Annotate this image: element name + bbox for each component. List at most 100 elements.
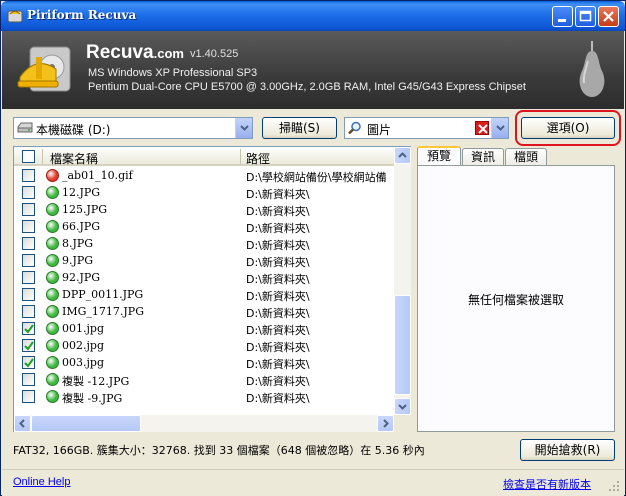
status-green-icon (46, 305, 59, 318)
file-name: 9.JPG (62, 254, 94, 267)
table-row[interactable]: 複製 -9.JPG D:\新資料夾\ (14, 388, 394, 405)
file-name: 125.JPG (62, 203, 108, 216)
file-path: D:\新資料夾\ (246, 324, 310, 337)
scroll-down-button[interactable] (394, 398, 411, 415)
options-button[interactable]: 選項(O) (521, 117, 615, 139)
tab-info[interactable]: 資訊 (462, 148, 504, 166)
row-checkbox[interactable] (22, 288, 35, 301)
resize-grip-icon[interactable] (607, 479, 621, 493)
file-list-header: 檔案名稱 路徑 (14, 147, 410, 166)
row-checkbox[interactable] (22, 220, 35, 233)
row-checkbox[interactable] (22, 322, 35, 335)
chevron-left-icon (19, 419, 25, 428)
row-checkbox[interactable] (22, 203, 35, 216)
status-green-icon (46, 271, 59, 284)
file-list[interactable]: 檔案名稱 路徑 _ab01_10.gif D:\學校網站備份\學校網站備 12.JP… (13, 146, 411, 432)
preview-panel: 無任何檔案被選取 (417, 165, 615, 432)
table-row[interactable]: 001.jpg D:\新資料夾\ (14, 320, 394, 337)
table-row[interactable]: IMG_1717.JPG D:\新資料夾\ (14, 303, 394, 320)
vertical-scroll-thumb[interactable] (394, 295, 411, 395)
file-name: 8.JPG (62, 237, 94, 250)
status-green-icon (46, 203, 59, 216)
status-green-icon (46, 288, 59, 301)
row-checkbox[interactable] (22, 271, 35, 284)
row-checkbox[interactable] (22, 390, 35, 403)
header-banner: Recuva.com v1.40.525 MS Windows XP Profe… (2, 31, 624, 109)
status-green-icon (46, 254, 59, 267)
filter-select[interactable]: 圖片 (344, 117, 509, 139)
table-row[interactable]: 8.JPG D:\新資料夾\ (14, 235, 394, 252)
horizontal-scroll-thumb[interactable] (31, 415, 141, 432)
tab-header[interactable]: 檔頭 (505, 148, 547, 166)
minimize-button[interactable] (552, 6, 573, 27)
chevron-right-icon (383, 419, 389, 428)
scroll-left-button[interactable] (14, 415, 31, 432)
row-checkbox[interactable] (22, 169, 35, 182)
piriform-pear-icon (579, 41, 605, 97)
file-name: 複製 -9.JPG (62, 392, 123, 405)
online-help-link[interactable]: Online Help (13, 476, 70, 488)
clear-filter-button[interactable] (475, 121, 489, 135)
chevron-down-icon (240, 125, 249, 131)
table-row[interactable]: 9.JPG D:\新資料夾\ (14, 252, 394, 269)
recuva-app-icon (7, 10, 23, 23)
table-row[interactable]: 66.JPG D:\新資料夾\ (14, 218, 394, 235)
checkmark-icon (24, 341, 34, 351)
no-selection-message: 無任何檔案被選取 (467, 293, 564, 307)
table-row[interactable]: _ab01_10.gif D:\學校網站備份\學校網站備 (14, 167, 394, 184)
row-checkbox[interactable] (22, 186, 35, 199)
table-row[interactable]: 92.JPG D:\新資料夾\ (14, 269, 394, 286)
status-green-icon (46, 237, 59, 250)
scroll-corner (394, 415, 411, 432)
drive-dropdown-button[interactable] (235, 118, 252, 138)
scroll-up-button[interactable] (394, 147, 411, 164)
table-row[interactable]: 12.JPG D:\新資料夾\ (14, 184, 394, 201)
file-name: 001.jpg (62, 322, 104, 335)
filter-select-value: 圖片 (367, 123, 392, 137)
row-checkbox[interactable] (22, 373, 35, 386)
row-checkbox[interactable] (22, 254, 35, 267)
file-path: D:\新資料夾\ (246, 222, 310, 235)
table-row[interactable]: 125.JPG D:\新資料夾\ (14, 201, 394, 218)
file-path: D:\新資料夾\ (246, 358, 310, 371)
check-updates-link[interactable]: 檢查是否有新版本 (503, 476, 591, 492)
row-checkbox[interactable] (22, 356, 35, 369)
hard-drive-icon (17, 122, 33, 133)
scroll-right-button[interactable] (377, 415, 394, 432)
vertical-scrollbar[interactable] (394, 147, 411, 415)
minimize-icon (558, 19, 566, 22)
title-bar[interactable]: Piriform Recuva (1, 1, 625, 31)
file-name: 66.JPG (62, 220, 101, 233)
table-row[interactable]: DPP_0011.JPG D:\新資料夾\ (14, 286, 394, 303)
column-header-name[interactable]: 檔案名稱 (50, 150, 98, 167)
file-name: DPP_0011.JPG (62, 288, 144, 301)
table-row[interactable]: 003.jpg D:\新資料夾\ (14, 354, 394, 371)
scan-button[interactable]: 掃瞄(S) (262, 117, 337, 139)
recover-button[interactable]: 開始搶救(R) (520, 439, 615, 461)
status-green-icon (46, 339, 59, 352)
status-green-icon (46, 373, 59, 386)
filter-dropdown-button[interactable] (491, 118, 508, 138)
row-checkbox[interactable] (22, 237, 35, 250)
file-name: 003.jpg (62, 356, 104, 369)
file-name: IMG_1717.JPG (62, 305, 144, 318)
file-path: D:\新資料夾\ (246, 239, 310, 252)
table-row[interactable]: 002.jpg D:\新資料夾\ (14, 337, 394, 354)
row-checkbox[interactable] (22, 339, 35, 352)
close-button[interactable] (598, 6, 619, 27)
table-row[interactable]: 複製 -12.JPG D:\新資料夾\ (14, 371, 394, 388)
app-name: Recuva.com (86, 42, 184, 63)
detail-tabs: 預覽 資訊 檔頭 (417, 146, 615, 167)
drive-select[interactable]: 本機磁碟 (D:) (13, 117, 253, 139)
horizontal-scrollbar[interactable] (14, 415, 394, 432)
maximize-button[interactable] (575, 6, 596, 27)
column-separator[interactable] (240, 149, 241, 164)
search-icon (348, 121, 361, 135)
row-checkbox[interactable] (22, 305, 35, 318)
column-separator (42, 149, 43, 164)
select-all-checkbox[interactable] (22, 150, 35, 163)
maximize-icon (579, 10, 592, 22)
column-header-path[interactable]: 路徑 (246, 150, 270, 167)
tab-preview[interactable]: 預覽 (417, 146, 461, 167)
file-path: D:\新資料夾\ (246, 341, 310, 354)
